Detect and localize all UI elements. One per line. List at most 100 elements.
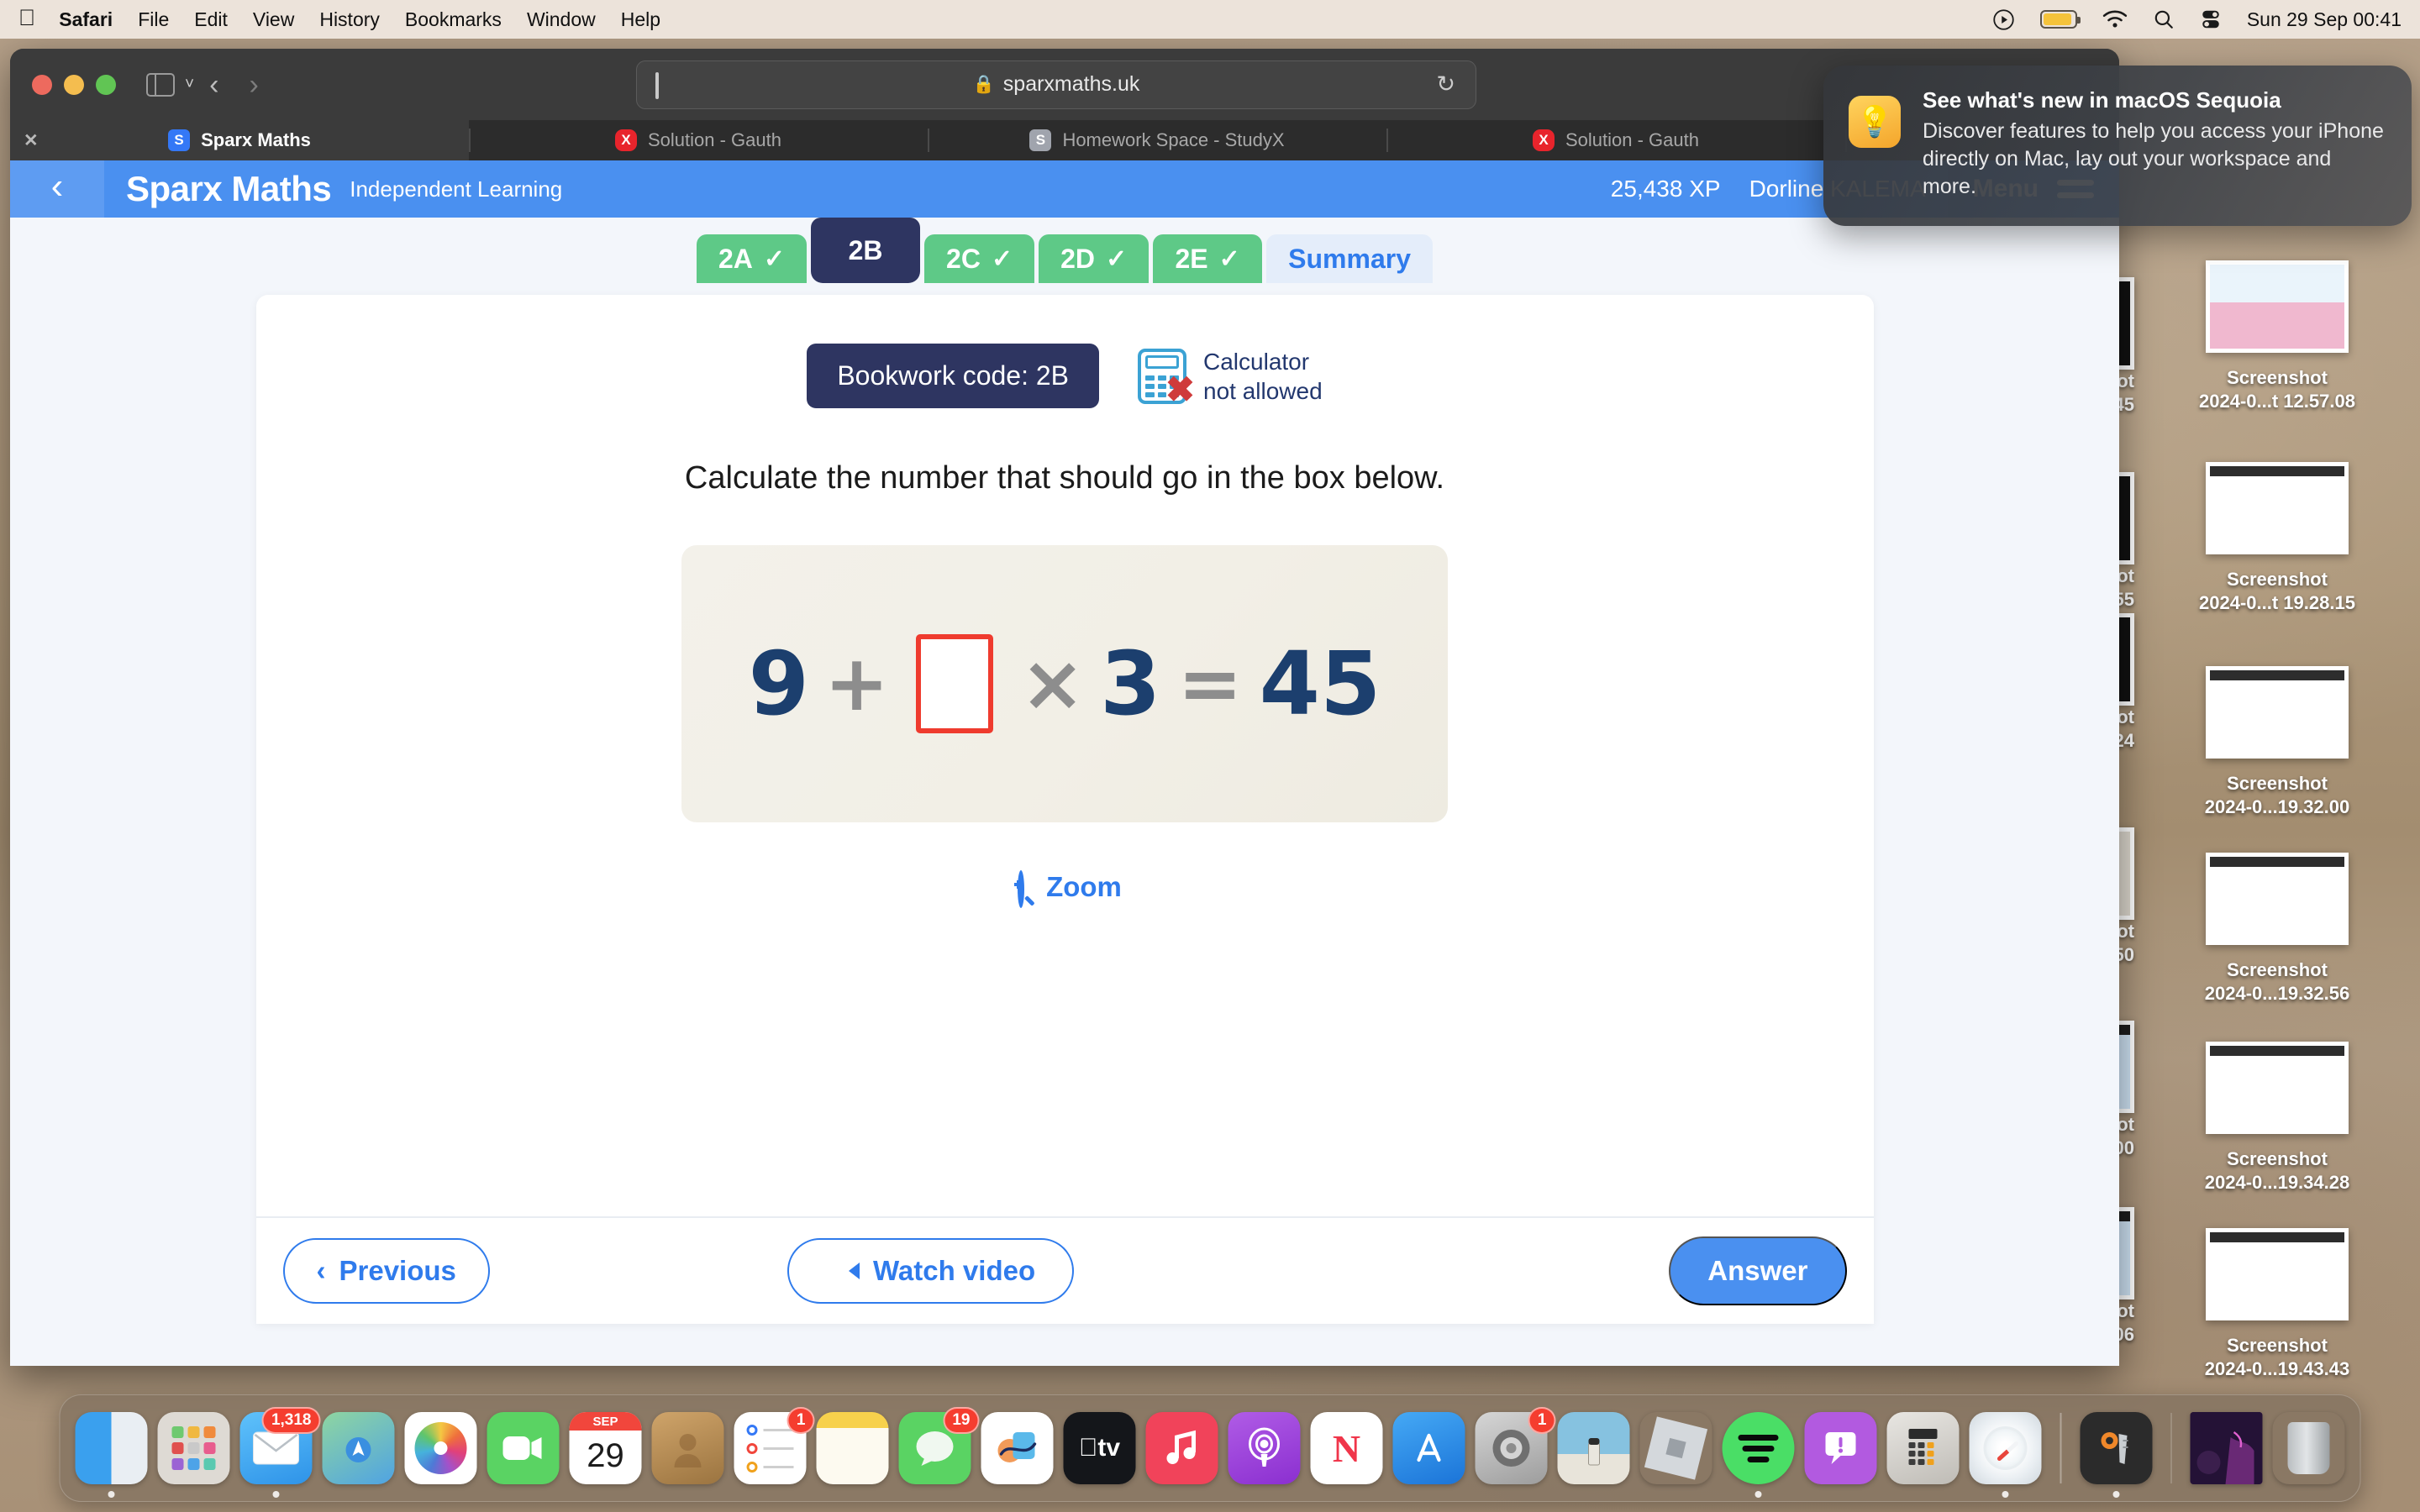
- desktop-icon[interactable]: Screenshot 2024-0...t 12.57.08: [2172, 260, 2382, 413]
- dock-app-vle[interactable]: [1804, 1412, 1877, 1484]
- question-tab-2b[interactable]: 2B: [811, 218, 921, 283]
- sparx-logo: Sparx Maths: [126, 169, 332, 208]
- wifi-icon[interactable]: [2102, 9, 2128, 29]
- file-caption-line2: 2024-0...19.32.56: [2204, 983, 2350, 1005]
- dock-app-reminders[interactable]: 1: [734, 1407, 815, 1484]
- zoom-window-button[interactable]: [96, 74, 116, 95]
- file-caption-line2: 2024-0...19.43.43: [2204, 1358, 2350, 1380]
- question-tab-label: 2D: [1060, 243, 1095, 274]
- check-icon: ✓: [991, 244, 1013, 273]
- equation-answer-blank[interactable]: [916, 634, 994, 733]
- apple-logo-icon[interactable]: : [18, 7, 35, 29]
- menu-item-file[interactable]: File: [138, 8, 169, 31]
- file-thumbnail: [2206, 462, 2349, 554]
- menu-item-bookmarks[interactable]: Bookmarks: [405, 8, 502, 31]
- browser-toolbar: ˅ ‹ › 🔒 sparxmaths.uk ↻: [10, 49, 2119, 120]
- macos-notification-banner[interactable]: 💡 See what's new in macOS Sequoia Discov…: [1823, 66, 2412, 226]
- notification-body: Discover features to help you access you…: [1923, 119, 2384, 198]
- dock-app-photos[interactable]: [404, 1412, 477, 1484]
- dock-app-notes[interactable]: [816, 1412, 889, 1484]
- browser-tab-strip: ✕ S Sparx Maths X Solution - Gauth S Hom…: [10, 120, 2119, 160]
- sparx-back-button[interactable]: ‹: [10, 160, 104, 218]
- reload-icon[interactable]: ↻: [1436, 71, 1455, 97]
- dock-app-apple-tv[interactable]: tv: [1063, 1412, 1136, 1484]
- desktop-icon[interactable]: Screenshot 2024-0...19.34.28: [2172, 1042, 2382, 1194]
- close-window-button[interactable]: [32, 74, 52, 95]
- dock-trash[interactable]: [2273, 1412, 2345, 1484]
- dock-app-calculator[interactable]: [1886, 1412, 1960, 1484]
- previous-button[interactable]: ‹ Previous: [282, 1238, 490, 1304]
- calendar-month-label: SEP: [569, 1412, 642, 1431]
- dock-app-contacts[interactable]: [651, 1412, 724, 1484]
- question-tab-label: Summary: [1288, 243, 1411, 274]
- menu-item-view[interactable]: View: [253, 8, 294, 31]
- desktop-icon[interactable]: Screenshot 2024-0...19.32.56: [2172, 853, 2382, 1005]
- battery-icon[interactable]: [2039, 10, 2081, 29]
- sparx-maths-page: ‹ Sparx Maths Independent Learning 25,43…: [10, 160, 2119, 1366]
- dock-app-mail[interactable]: 1,318: [239, 1407, 321, 1498]
- file-caption-line2: 2024-0...19.32.00: [2204, 796, 2350, 818]
- minimize-window-button[interactable]: [64, 74, 84, 95]
- desktop-icon[interactable]: Screenshot 2024-0...t 19.28.15: [2172, 462, 2382, 615]
- dock-app-safari[interactable]: [1969, 1412, 2042, 1498]
- reader-view-icon[interactable]: [655, 71, 677, 99]
- menu-item-safari[interactable]: Safari: [59, 8, 113, 31]
- chevron-down-icon[interactable]: ˅: [185, 76, 194, 94]
- window-traffic-lights[interactable]: [32, 74, 116, 95]
- question-card: Bookwork code: 2B ✖ Calculator not allow…: [255, 295, 1874, 1324]
- close-tab-icon[interactable]: ✕: [24, 130, 39, 151]
- menu-item-history[interactable]: History: [319, 8, 380, 31]
- dock-app-podcasts[interactable]: [1228, 1412, 1301, 1484]
- answer-button[interactable]: Answer: [1669, 1236, 1847, 1305]
- dock-badge-reminders: 1: [786, 1407, 815, 1434]
- watch-video-label: Watch video: [872, 1255, 1036, 1286]
- macos-menu-bar:  Safari File Edit View History Bookmark…: [0, 0, 2420, 39]
- address-bar[interactable]: 🔒 sparxmaths.uk ↻: [636, 60, 1476, 109]
- question-tab-2e[interactable]: 2E ✓: [1153, 234, 1263, 283]
- equation-operand-2: 3: [1100, 633, 1161, 735]
- control-center-icon[interactable]: [2200, 8, 2222, 30]
- dock-app-preview[interactable]: [1557, 1412, 1630, 1484]
- question-tab-2c[interactable]: 2C ✓: [924, 234, 1035, 283]
- dock-app-messages[interactable]: 19: [898, 1407, 980, 1484]
- question-tab-summary[interactable]: Summary: [1266, 234, 1433, 283]
- spotlight-search-icon[interactable]: [2153, 8, 2175, 30]
- dock-app-app-store[interactable]: [1392, 1412, 1465, 1484]
- dock-app-launchpad[interactable]: [157, 1412, 230, 1484]
- sidebar-toggle-icon[interactable]: [146, 72, 175, 97]
- equation-operand-1: 9: [748, 633, 809, 735]
- dock-app-news[interactable]: N: [1310, 1412, 1383, 1484]
- zoom-button[interactable]: Zoom: [1007, 870, 1122, 908]
- desktop-icon[interactable]: Screenshot 2024-0...19.43.43: [2172, 1228, 2382, 1381]
- forward-chevron-icon[interactable]: ›: [249, 71, 258, 99]
- question-tab-2a[interactable]: 2A ✓: [697, 234, 808, 283]
- dock-app-calendar[interactable]: SEP 29: [569, 1412, 642, 1484]
- file-caption-line2: 2024-0...t 12.57.08: [2199, 391, 2355, 412]
- watch-video-button[interactable]: Watch video: [786, 1238, 1075, 1304]
- browser-tab-studyx[interactable]: S Homework Space - StudyX: [928, 120, 1386, 160]
- dock-app-finder[interactable]: [75, 1412, 148, 1498]
- back-chevron-icon[interactable]: ‹: [209, 71, 218, 99]
- dock-app-facetime[interactable]: [487, 1412, 560, 1484]
- dock-app-system-settings[interactable]: 1: [1475, 1407, 1556, 1484]
- dock-app-freeform[interactable]: [981, 1412, 1054, 1484]
- desktop-icon[interactable]: Screenshot 2024-0...19.32.00: [2172, 666, 2382, 819]
- menu-item-edit[interactable]: Edit: [194, 8, 228, 31]
- menubar-clock[interactable]: Sun 29 Sep 00:41: [2247, 8, 2402, 31]
- dock-app-music[interactable]: [1145, 1412, 1218, 1484]
- dock-app-spotify[interactable]: [1722, 1412, 1795, 1498]
- dock-app-keychain-access[interactable]: [2080, 1412, 2152, 1498]
- answer-label: Answer: [1707, 1255, 1808, 1286]
- question-tab-2d[interactable]: 2D ✓: [1039, 234, 1150, 283]
- dock-app-roblox[interactable]: [1640, 1412, 1712, 1484]
- browser-tab-solution-gauth-1[interactable]: X Solution - Gauth: [469, 120, 928, 160]
- question-tab-label: 2E: [1175, 243, 1208, 274]
- equation-multiply-operator: ×: [1020, 638, 1086, 728]
- menu-item-window[interactable]: Window: [527, 8, 596, 31]
- browser-tab-solution-gauth-2[interactable]: X Solution - Gauth: [1386, 120, 1845, 160]
- now-playing-icon[interactable]: [1992, 8, 2015, 31]
- dock-file-image[interactable]: [2190, 1412, 2263, 1484]
- menu-item-help[interactable]: Help: [621, 8, 660, 31]
- browser-tab-sparx-maths[interactable]: ✕ S Sparx Maths: [10, 120, 469, 160]
- dock-app-maps[interactable]: [322, 1412, 395, 1484]
